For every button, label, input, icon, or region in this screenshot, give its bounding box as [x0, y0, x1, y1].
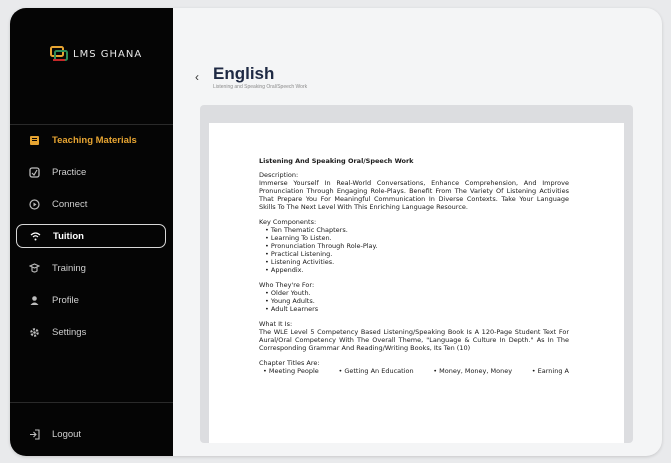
document-text: Listening And Speaking Oral/Speech Work …	[259, 157, 569, 382]
logout-button[interactable]: Logout	[16, 422, 166, 446]
document-page[interactable]: Listening And Speaking Oral/Speech Work …	[209, 123, 624, 443]
logo-text: LMS GHANA	[73, 48, 143, 60]
sidebar-item-label: Tuition	[53, 230, 84, 242]
sidebar-item-practice[interactable]: Practice	[16, 160, 166, 184]
list-item: • Meeting People	[263, 367, 319, 375]
description-label: Description:	[259, 171, 299, 179]
sidebar-item-label: Practice	[52, 166, 87, 178]
sidebar-item-settings[interactable]: Settings	[16, 320, 166, 344]
sidebar: LMS GHANA Teaching Materials Practice Co…	[10, 8, 173, 456]
audience-list: Older Youth. Young Adults. Adult Learner…	[259, 289, 569, 313]
logo-icon	[50, 46, 68, 62]
sidebar-item-label: Training	[52, 262, 86, 274]
sidebar-item-teaching-materials[interactable]: Teaching Materials	[16, 128, 166, 152]
components-list: Ten Thematic Chapters. Learning To Liste…	[259, 226, 569, 274]
list-item: Ten Thematic Chapters.	[265, 226, 569, 234]
list-item: • Money, Money, Money	[433, 367, 513, 375]
list-item: Pronunciation Through Role-Play.	[265, 242, 569, 250]
description-text: Immerse Yourself In Real-World Conversat…	[259, 179, 569, 211]
page-subtitle: Listening and Speaking Oral/Speech Work	[213, 84, 308, 90]
list-item: Appendix.	[265, 266, 569, 274]
list-item: Older Youth.	[265, 289, 569, 297]
sidebar-item-label: Settings	[52, 326, 87, 338]
list-item: Listening Activities.	[265, 258, 569, 266]
components-section: Key Components: Ten Thematic Chapters. L…	[259, 218, 569, 274]
sidebar-item-connect[interactable]: Connect	[16, 192, 166, 216]
book-icon	[28, 134, 40, 146]
what-section: What It Is: The WLE Level 5 Competency B…	[259, 320, 569, 352]
list-item: Adult Learners	[265, 305, 569, 313]
sidebar-divider-top	[10, 124, 173, 125]
sidebar-item-training[interactable]: Training	[16, 256, 166, 280]
sidebar-item-profile[interactable]: Profile	[16, 288, 166, 312]
user-icon	[28, 294, 40, 306]
logout-label: Logout	[52, 428, 82, 440]
what-label: What It Is:	[259, 320, 293, 328]
list-item: • Earning A	[531, 367, 569, 375]
sidebar-item-label: Connect	[52, 198, 88, 210]
wifi-icon	[29, 230, 41, 242]
training-icon	[28, 262, 40, 274]
back-icon[interactable]: ‹	[195, 70, 199, 84]
description-section: Description: Immerse Yourself In Real-Wo…	[259, 171, 569, 211]
app-window: LMS GHANA Teaching Materials Practice Co…	[10, 8, 662, 456]
list-item: Learning To Listen.	[265, 234, 569, 242]
components-label: Key Components:	[259, 218, 317, 226]
chapters-section: Chapter Titles Are: • Meeting People • G…	[259, 359, 569, 375]
gear-icon	[28, 326, 40, 338]
main-content: ‹ English Listening and Speaking Oral/Sp…	[173, 8, 662, 456]
play-circle-icon	[28, 198, 40, 210]
list-item: • Getting An Education	[338, 367, 414, 375]
page-title: English	[213, 64, 275, 83]
list-item: Practical Listening.	[265, 250, 569, 258]
audience-section: Who They're For: Older Youth. Young Adul…	[259, 281, 569, 313]
logo[interactable]: LMS GHANA	[50, 46, 142, 62]
chapters-label: Chapter Titles Are:	[259, 359, 320, 367]
sidebar-item-tuition[interactable]: Tuition	[16, 224, 166, 248]
sidebar-item-label: Teaching Materials	[52, 134, 137, 146]
chapters-list: • Meeting People • Getting An Education …	[259, 367, 569, 375]
audience-label: Who They're For:	[259, 281, 315, 289]
sidebar-item-label: Profile	[52, 294, 79, 306]
logout-icon	[28, 428, 40, 440]
document-heading: Listening And Speaking Oral/Speech Work	[259, 157, 414, 165]
practice-icon	[28, 166, 40, 178]
what-text: The WLE Level 5 Competency Based Listeni…	[259, 328, 569, 352]
sidebar-divider-bottom	[10, 402, 173, 403]
list-item: Young Adults.	[265, 297, 569, 305]
